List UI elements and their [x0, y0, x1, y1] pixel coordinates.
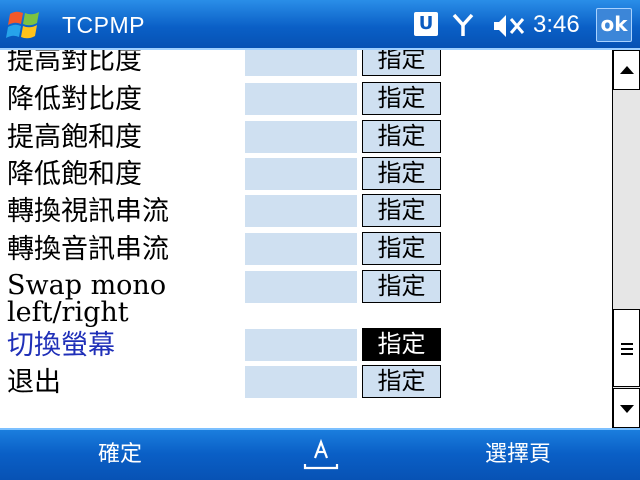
app-title: TCPMP	[62, 12, 145, 38]
action-label: Swap mono left/right	[7, 270, 167, 328]
assign-button[interactable]: 指定	[362, 120, 441, 153]
list-item: 提高飽和度 指定	[0, 120, 612, 156]
windows-flag-icon[interactable]	[6, 6, 46, 44]
antenna-signal-icon[interactable]	[452, 12, 474, 38]
hotkey-field[interactable]	[245, 195, 357, 227]
keyboard-input-icon[interactable]	[302, 436, 340, 474]
action-label: 切換螢幕	[7, 330, 115, 361]
list-item: 轉換視訊串流 指定	[0, 194, 612, 230]
hotkey-field[interactable]	[245, 83, 357, 115]
hotkey-field[interactable]	[245, 329, 357, 361]
assign-button[interactable]: 指定	[362, 50, 441, 76]
title-bar: TCPMP U 3:46 ok	[0, 0, 640, 50]
list-item: 降低飽和度 指定	[0, 157, 612, 193]
assign-button[interactable]: 指定	[362, 328, 441, 361]
scroll-down-button[interactable]	[613, 388, 640, 428]
hotkey-field[interactable]	[245, 158, 357, 190]
arrow-up-icon	[620, 66, 634, 74]
speaker-muted-icon[interactable]	[491, 12, 527, 40]
confirm-softkey[interactable]: 確定	[60, 440, 180, 470]
action-label: 降低飽和度	[7, 159, 142, 190]
list-item-selected: 切換螢幕 指定	[0, 328, 612, 364]
list-item: 提高對比度 指定	[0, 50, 612, 79]
action-label: 提高飽和度	[7, 122, 142, 153]
ok-button[interactable]: ok	[596, 8, 632, 42]
hotkey-field[interactable]	[245, 233, 357, 265]
select-page-softkey[interactable]: 選擇頁	[458, 440, 578, 470]
scroll-thumb[interactable]	[613, 309, 640, 387]
notification-icon[interactable]: U	[414, 12, 438, 36]
assign-button[interactable]: 指定	[362, 157, 441, 190]
hotkey-field[interactable]	[245, 366, 357, 398]
assign-button[interactable]: 指定	[362, 365, 441, 398]
hotkey-field[interactable]	[245, 271, 357, 303]
vertical-scrollbar[interactable]	[612, 50, 640, 428]
list-item: Swap mono left/right 指定	[0, 270, 612, 326]
grip-icon	[621, 341, 633, 355]
hotkey-field[interactable]	[245, 50, 357, 76]
action-label: 轉換音訊串流	[7, 234, 169, 265]
list-item: 退出 指定	[0, 365, 612, 401]
action-label: 轉換視訊串流	[7, 196, 169, 227]
menu-bar: 確定 選擇頁	[0, 428, 640, 480]
assign-button[interactable]: 指定	[362, 270, 441, 303]
list-item: 轉換音訊串流 指定	[0, 232, 612, 268]
assign-button[interactable]: 指定	[362, 194, 441, 227]
assign-button[interactable]: 指定	[362, 82, 441, 115]
scroll-up-button[interactable]	[613, 50, 640, 90]
arrow-down-icon	[620, 405, 634, 413]
assign-button[interactable]: 指定	[362, 232, 441, 265]
action-label: 降低對比度	[7, 84, 142, 115]
hotkey-field[interactable]	[245, 121, 357, 153]
action-label: 退出	[7, 367, 61, 398]
action-label: 提高對比度	[7, 50, 142, 76]
shortcut-assignment-list: 提高對比度 指定 降低對比度 指定 提高飽和度 指定 降低飽和度 指定 轉換視訊…	[0, 50, 612, 428]
list-item: 降低對比度 指定	[0, 82, 612, 118]
clock[interactable]: 3:46	[533, 10, 580, 40]
